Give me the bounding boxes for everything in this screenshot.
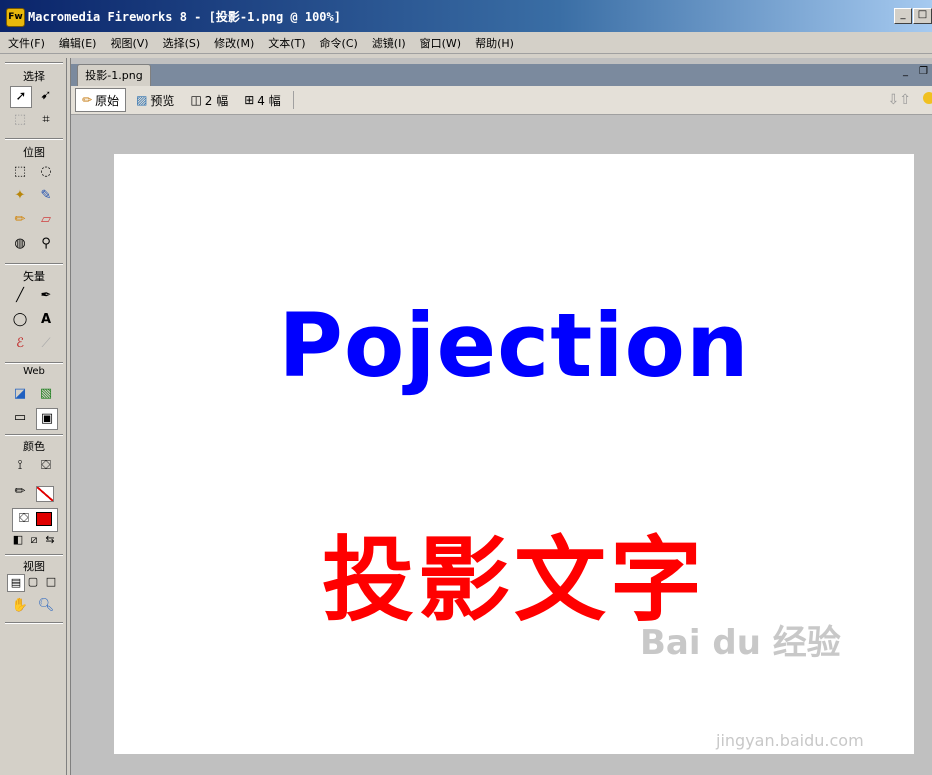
- fill-bucket-icon: ⛋: [19, 511, 29, 526]
- scale-tool-icon[interactable]: ⬚: [10, 110, 30, 130]
- menu-window[interactable]: 窗口(W): [414, 35, 467, 51]
- hide-hotspots-icon[interactable]: ▭: [10, 408, 30, 428]
- canvas-english-text[interactable]: Pojection: [114, 294, 914, 397]
- menu-select[interactable]: 选择(S): [157, 35, 207, 51]
- standard-screen-mode-icon[interactable]: ▤: [7, 574, 25, 592]
- swap-colors-icon[interactable]: ⇆: [40, 530, 60, 550]
- baidu-watermark-logo: Bai du 经验: [640, 623, 841, 663]
- tools-section-select: 选择: [23, 70, 45, 83]
- hotspot-tool-icon[interactable]: ◪: [10, 384, 30, 404]
- menu-text[interactable]: 文本(T): [262, 35, 311, 51]
- view-original-button[interactable]: ✏ 原始: [75, 88, 127, 112]
- crop-tool-icon[interactable]: ⌗: [36, 110, 56, 130]
- menu-filters[interactable]: 滤镜(I): [366, 35, 412, 51]
- marquee-tool-icon[interactable]: ⬚: [10, 162, 30, 182]
- pen-tool-icon[interactable]: ✒: [36, 286, 56, 306]
- eyedropper-tool-icon[interactable]: ⟟: [10, 456, 30, 476]
- knife-tool-icon[interactable]: ⟋: [36, 334, 56, 354]
- menu-modify[interactable]: 修改(M): [208, 35, 260, 51]
- slice-tool-icon[interactable]: ▧: [36, 384, 56, 404]
- document-window: 投影-1.png _ ❐ ✏ 原始 ▨ 预览 ◫ 2 幅 ⊞ 4 幅 ⇩⇧ Po…: [70, 58, 932, 775]
- document-view-toolbar: ✏ 原始 ▨ 预览 ◫ 2 幅 ⊞ 4 幅 ⇩⇧: [71, 86, 932, 115]
- text-tool-icon[interactable]: A: [36, 310, 56, 330]
- full-screen-mode-icon[interactable]: □: [43, 574, 59, 590]
- zoom-tool-icon[interactable]: 🔍︎: [36, 596, 56, 616]
- status-indicator-icon: [923, 92, 932, 104]
- tools-section-bitmap: 位图: [23, 146, 45, 159]
- tools-section-vector: 矢量: [23, 270, 45, 283]
- blur-tool-icon[interactable]: ◍: [10, 234, 30, 254]
- stroke-color-pencil-icon: ✏: [14, 484, 26, 499]
- menu-commands[interactable]: 命令(C): [314, 35, 364, 51]
- four-up-icon: ⊞: [244, 93, 255, 107]
- window-title: Macromedia Fireworks 8 - [投影-1.png @ 100…: [28, 10, 341, 24]
- toolbar-divider: [292, 91, 294, 109]
- view-4up-button[interactable]: ⊞ 4 幅: [238, 89, 287, 111]
- tools-section-web: Web: [23, 366, 45, 377]
- rubber-stamp-tool-icon[interactable]: ⚲: [36, 234, 56, 254]
- two-up-icon: ◫: [190, 93, 202, 107]
- eraser-tool-icon[interactable]: ▱: [36, 210, 56, 230]
- view-2up-button[interactable]: ◫ 2 幅: [184, 89, 234, 111]
- subselection-tool-icon[interactable]: ➹: [36, 86, 56, 106]
- full-screen-menus-mode-icon[interactable]: ▢: [25, 574, 41, 590]
- document-minimize-icon[interactable]: _: [903, 66, 908, 77]
- line-tool-icon[interactable]: ╱: [10, 286, 30, 306]
- document-tab-bar: [71, 64, 932, 86]
- maximize-button[interactable]: □: [913, 8, 932, 24]
- fill-color-swatch[interactable]: [36, 512, 52, 526]
- paint-bucket-tool-icon[interactable]: ⛋: [36, 456, 56, 476]
- tools-panel: 选择 ➚ ➹ ⬚ ⌗ 位图 ⬚ ◌ ✦ ✎ ✏ ▱ ◍ ⚲ 矢量 ╱ ✒ ◯ A…: [2, 58, 67, 775]
- fireworks-app-icon[interactable]: Fw: [6, 8, 25, 27]
- stroke-color-swatch[interactable]: [36, 486, 54, 502]
- tools-section-colors: 颜色: [23, 440, 45, 453]
- brush-tool-icon[interactable]: ✎: [36, 186, 56, 206]
- pencil-icon: ✏: [82, 93, 93, 107]
- document-restore-icon[interactable]: ❐: [919, 66, 928, 77]
- baidu-watermark-url: jingyan.baidu.com: [716, 731, 864, 750]
- menu-view[interactable]: 视图(V): [104, 35, 154, 51]
- menu-bar: 文件(F) 编辑(E) 视图(V) 选择(S) 修改(M) 文本(T) 命令(C…: [0, 32, 932, 54]
- quick-export-icon[interactable]: ⇩⇧: [888, 92, 911, 108]
- magic-wand-tool-icon[interactable]: ✦: [10, 186, 30, 206]
- freeform-tool-icon[interactable]: ℰ: [10, 334, 30, 354]
- minimize-button[interactable]: _: [894, 8, 912, 24]
- tools-section-view: 视图: [23, 560, 45, 573]
- document-canvas[interactable]: Pojection 投影文字: [114, 154, 914, 754]
- menu-file[interactable]: 文件(F): [2, 35, 51, 51]
- hand-tool-icon[interactable]: ✋: [10, 596, 30, 616]
- view-preview-button[interactable]: ▨ 预览: [130, 89, 180, 111]
- preview-image-icon: ▨: [136, 93, 148, 107]
- menu-edit[interactable]: 编辑(E): [53, 35, 103, 51]
- pencil-tool-icon[interactable]: ✏: [10, 210, 30, 230]
- document-tab[interactable]: 投影-1.png: [77, 64, 151, 87]
- pointer-tool-icon[interactable]: ➚: [10, 86, 32, 108]
- lasso-tool-icon[interactable]: ◌: [36, 162, 56, 182]
- menu-help[interactable]: 帮助(H): [469, 35, 520, 51]
- show-hotspots-icon[interactable]: ▣: [36, 408, 58, 430]
- ellipse-tool-icon[interactable]: ◯: [10, 310, 30, 330]
- title-bar: Fw Macromedia Fireworks 8 - [投影-1.png @ …: [0, 0, 932, 32]
